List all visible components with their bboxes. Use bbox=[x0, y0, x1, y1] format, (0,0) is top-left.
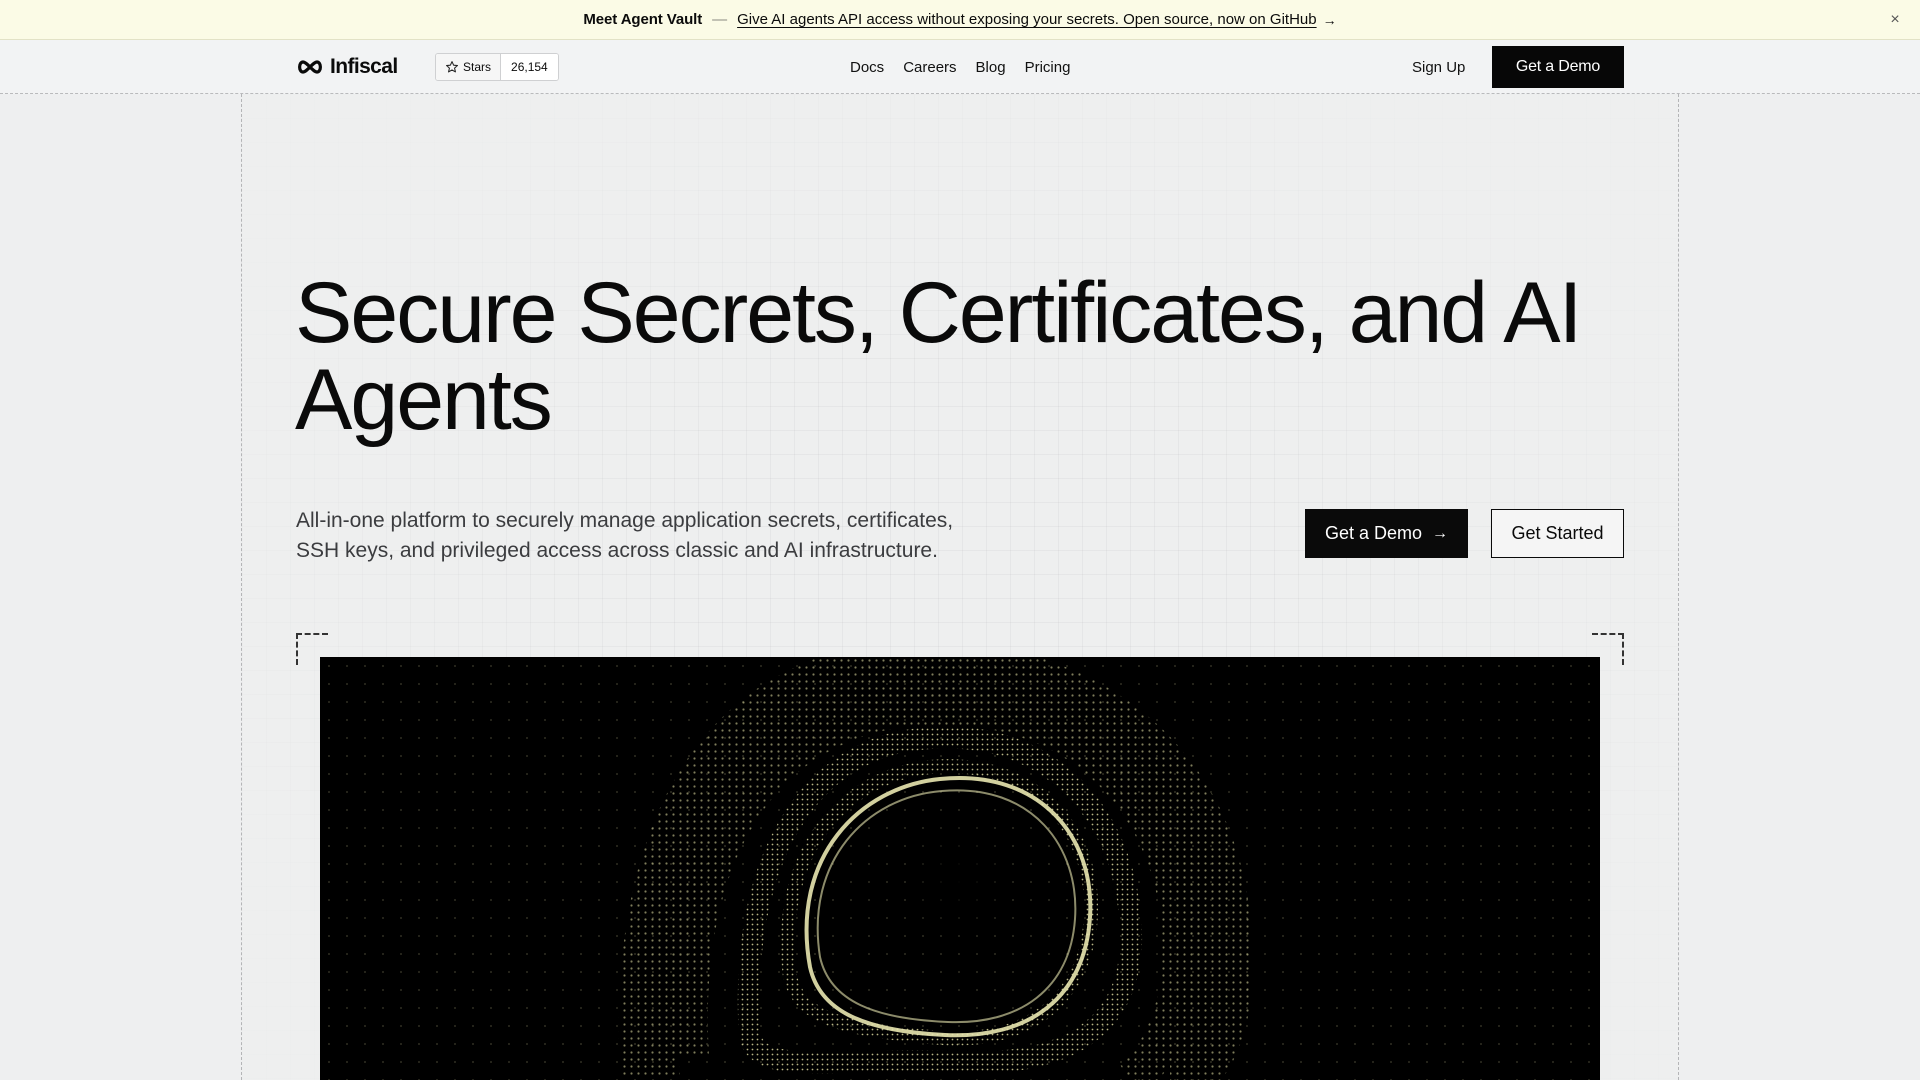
get-demo-button[interactable]: Get a Demo bbox=[1492, 46, 1624, 88]
nav-menu: Docs Careers Blog Pricing bbox=[850, 40, 1070, 94]
announcement-link[interactable]: Give AI agents API access without exposi… bbox=[737, 11, 1316, 28]
announcement-lead: Meet Agent Vault bbox=[583, 11, 703, 28]
github-stars-label: Stars bbox=[436, 54, 502, 80]
get-started-button[interactable]: Get Started bbox=[1491, 509, 1624, 558]
infinity-logo-icon bbox=[298, 60, 322, 74]
nav-link-blog[interactable]: Blog bbox=[976, 59, 1006, 76]
star-icon bbox=[445, 61, 459, 73]
hero-get-demo-label: Get a Demo bbox=[1324, 523, 1423, 543]
stars-count: 26,154 bbox=[501, 54, 558, 80]
particle-vortex-graphic bbox=[320, 657, 1600, 1080]
hero-get-demo-button[interactable]: Get a Demo → bbox=[1305, 509, 1468, 558]
nav-link-docs[interactable]: Docs bbox=[850, 59, 884, 76]
arrow-right-icon: → bbox=[1432, 524, 1449, 542]
announcement-separator: — bbox=[712, 11, 728, 28]
arrow-right-icon: → bbox=[1322, 11, 1337, 28]
logo[interactable]: Infiscal bbox=[296, 53, 398, 81]
github-stars-badge[interactable]: Stars 26,154 bbox=[435, 53, 559, 81]
nav-link-careers[interactable]: Careers bbox=[903, 59, 956, 76]
top-navigation: Infiscal Stars 26,154 Docs Careers Blog … bbox=[0, 40, 1920, 94]
logo-text: Infiscal bbox=[330, 55, 398, 78]
stars-label: Stars bbox=[463, 60, 492, 74]
announcement-bar: Meet Agent Vault — Give AI agents API ac… bbox=[0, 0, 1920, 40]
sign-up-link[interactable]: Sign Up bbox=[1412, 40, 1465, 94]
hero-headline: Secure Secrets, Certificates, and AI Age… bbox=[295, 265, 1583, 448]
hero-subtext: All-in-one platform to securely manage a… bbox=[296, 509, 954, 562]
hero-visual bbox=[320, 657, 1600, 1080]
close-icon[interactable]: × bbox=[1884, 9, 1906, 31]
nav-link-pricing[interactable]: Pricing bbox=[1025, 59, 1071, 76]
